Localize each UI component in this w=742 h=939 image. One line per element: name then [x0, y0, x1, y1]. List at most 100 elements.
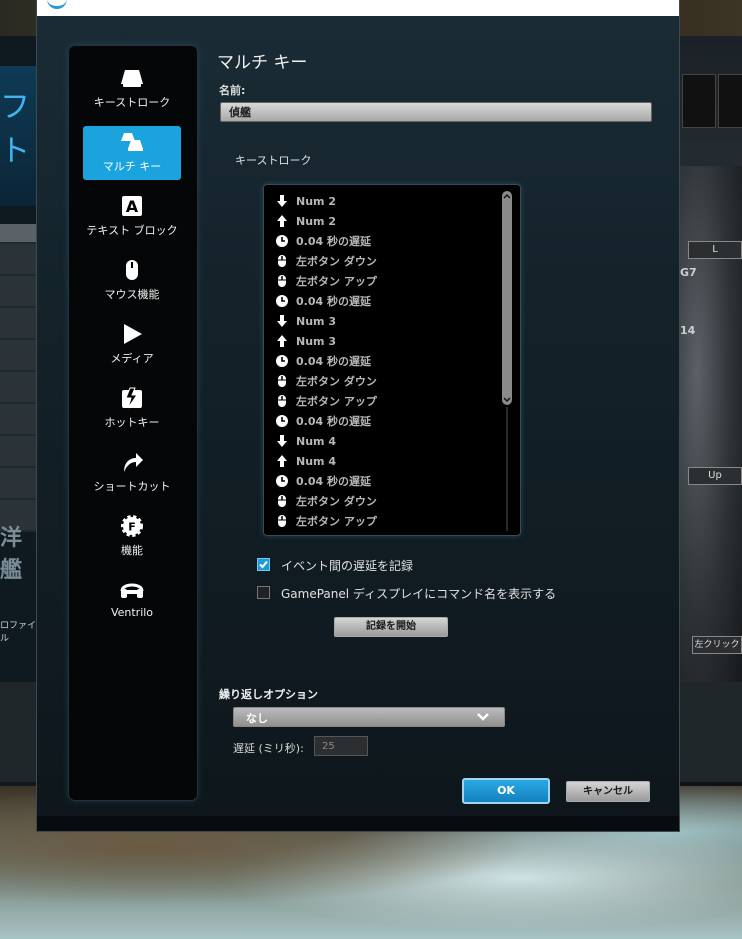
scrollbar-track[interactable] [506, 407, 508, 531]
keystroke-row-text: 左ボタン ダウン [296, 495, 377, 508]
keystroke-row-text: Num 3 [296, 314, 336, 328]
gamepanel-display-label: GamePanel ディスプレイにコマンド名を表示する [281, 587, 557, 601]
clock-icon [274, 473, 290, 489]
background-table-row [0, 436, 40, 468]
background-table-row [0, 468, 40, 500]
keystroke-row[interactable]: Num 2 [274, 211, 504, 231]
record-delays-checkbox[interactable] [257, 558, 270, 571]
keystroke-row-text: Num 4 [296, 454, 336, 468]
keystroke-row-text: 左ボタン アップ [296, 515, 377, 528]
background-table-row [0, 244, 40, 276]
keystroke-row-text: 左ボタン ダウン [296, 375, 377, 388]
clock-icon [274, 293, 290, 309]
chevron-down-icon[interactable] [503, 397, 511, 403]
key-up-arrow-icon [274, 333, 290, 349]
background-tab [718, 74, 742, 128]
keystroke-row[interactable]: Num 4 [274, 431, 504, 451]
background-title-fragment: フト [0, 90, 30, 169]
keystroke-row[interactable]: 左ボタン アップ [274, 391, 504, 411]
keystroke-row-text: 左ボタン ダウン [296, 255, 377, 268]
chevron-up-icon[interactable] [503, 193, 511, 199]
ok-button[interactable]: OK [462, 778, 550, 804]
keystroke-row[interactable]: Num 3 [274, 331, 504, 351]
sidebar-item-mouse[interactable]: マウス機能 [83, 254, 181, 308]
background-g14-label: 14 [680, 324, 696, 337]
background-g7-label: G7 [680, 266, 697, 279]
repeat-options-select[interactable]: なし [233, 707, 505, 727]
sidebar-item-shortcut[interactable]: ショートカット [83, 446, 181, 500]
mouse-button-icon [274, 253, 290, 269]
delay-field[interactable] [314, 736, 368, 756]
background-mouse-button-left-click[interactable]: 左クリック [692, 636, 742, 654]
keystroke-row[interactable]: 左ボタン ダウン [274, 251, 504, 271]
cancel-button[interactable]: キャンセル [566, 781, 650, 802]
keystroke-row-text: Num 2 [296, 194, 336, 208]
multikey-icon [83, 130, 181, 156]
function-gear-icon: F [83, 514, 181, 540]
clock-icon [274, 353, 290, 369]
record-delays-label: イベント間の遅延を記録 [281, 559, 414, 573]
sidebar-item-ventrilo[interactable]: Ventrilo [83, 574, 181, 628]
sidebar-item-hotkey[interactable]: ホットキー [83, 382, 181, 436]
keystroke-row-text: 0.04 秒の遅延 [296, 355, 371, 368]
key-up-arrow-icon [274, 453, 290, 469]
keystroke-row-text: 0.04 秒の遅延 [296, 415, 371, 428]
sidebar-item-label: ホットキー [104, 416, 160, 429]
keystroke-row[interactable]: 左ボタン ダウン [274, 491, 504, 511]
sidebar-item-label: Ventrilo [110, 606, 154, 619]
keystroke-row-text: Num 2 [296, 214, 336, 228]
keystroke-row[interactable]: 0.04 秒の遅延 [274, 291, 504, 311]
sidebar-item-label: テキスト ブロック [86, 224, 178, 237]
scrollbar-thumb[interactable] [502, 191, 512, 405]
dialog-titlebar [37, 0, 679, 16]
keystroke-row-text: Num 3 [296, 334, 336, 348]
mouse-button-icon [274, 513, 290, 529]
background-mouse-button-up[interactable]: Up [688, 467, 742, 485]
headset-icon [83, 578, 181, 604]
keystroke-row[interactable]: 左ボタン ダウン [274, 371, 504, 391]
keystroke-scrollbar[interactable] [501, 189, 513, 531]
mouse-button-icon [274, 493, 290, 509]
keystroke-row[interactable]: 0.04 秒の遅延 [274, 351, 504, 371]
sidebar-item-label: 機能 [121, 544, 143, 557]
background-tab [682, 74, 716, 128]
sidebar-item-label: メディア [110, 352, 154, 365]
key-down-arrow-icon [274, 193, 290, 209]
text-block-icon: A [83, 194, 181, 220]
background-table-row [0, 372, 40, 404]
hotkey-icon [83, 386, 181, 412]
background-table-row [0, 404, 40, 436]
name-label: 名前: [219, 84, 246, 97]
background-table-header [0, 224, 40, 244]
sidebar-item-media[interactable]: メディア [83, 318, 181, 372]
keystroke-row[interactable]: 左ボタン アップ [274, 511, 504, 531]
sidebar-item-function[interactable]: F 機能 [83, 510, 181, 564]
repeat-selected-value: なし [246, 712, 268, 725]
gamepanel-display-checkbox[interactable] [257, 586, 270, 599]
keystroke-section-label: キーストローク [235, 154, 312, 167]
sidebar-item-multikey[interactable]: マルチ キー [83, 126, 181, 180]
background-table-row [0, 276, 40, 308]
keystroke-row[interactable]: 左ボタン アップ [274, 271, 504, 291]
sidebar-item-label: ショートカット [93, 480, 171, 493]
keystroke-row[interactable]: 0.04 秒の遅延 [274, 411, 504, 431]
background-table-row [0, 340, 40, 372]
background-mouse-button-L[interactable]: L [688, 241, 742, 259]
command-type-sidebar: キーストローク マルチ キー A テキスト ブロック マウス機能 メディア ホッ… [69, 46, 197, 800]
dialog-bottom-edge [37, 816, 679, 831]
repeat-options-label: 繰り返しオプション [219, 688, 318, 701]
keystroke-row[interactable]: 0.04 秒の遅延 [274, 471, 504, 491]
start-recording-button[interactable]: 記録を開始 [334, 617, 448, 637]
keystroke-row[interactable]: 0.04 秒の遅延 [274, 231, 504, 251]
name-field[interactable] [220, 102, 652, 122]
sidebar-item-text-block[interactable]: A テキスト ブロック [83, 190, 181, 244]
keystroke-row[interactable]: Num 3 [274, 311, 504, 331]
page-title: マルチ キー [217, 53, 308, 73]
sidebar-item-keystroke[interactable]: キーストローク [83, 62, 181, 116]
sidebar-item-label: マルチ キー [102, 160, 162, 173]
keystroke-list[interactable]: Num 2 Num 2 0.04 秒の遅延 左ボタン ダウン 左ボタン アップ 0.04 … [263, 184, 521, 536]
keystroke-row[interactable]: Num 2 [274, 191, 504, 211]
keycap-icon [83, 66, 181, 92]
shortcut-arrow-icon [83, 450, 181, 476]
keystroke-row[interactable]: Num 4 [274, 451, 504, 471]
